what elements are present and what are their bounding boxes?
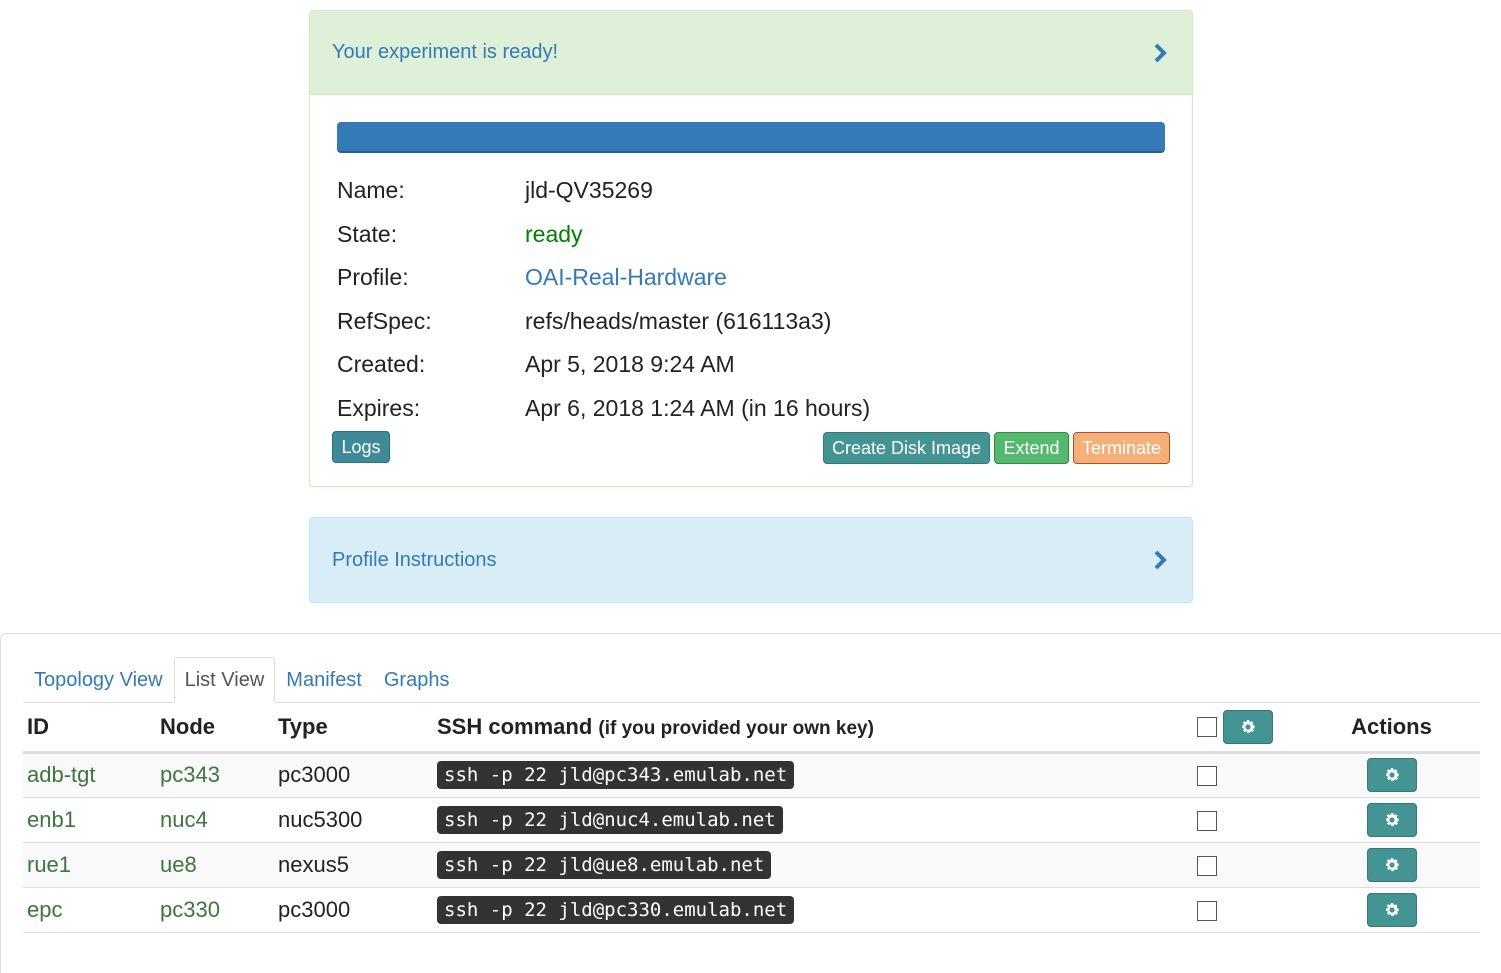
view-tabs: Topology View List View Manifest Graphs <box>23 657 1480 703</box>
experiment-details-section: Topology View List View Manifest Graphs … <box>0 633 1501 973</box>
header-ssh-note: (if you provided your own key) <box>598 718 874 740</box>
expires-value: Apr 6, 2018 1:24 AM (in 16 hours) <box>525 394 871 421</box>
gear-icon <box>1385 857 1399 871</box>
info-row-created: Created: Apr 5, 2018 9:24 AM <box>337 343 870 387</box>
node-id[interactable]: enb1 <box>23 797 156 843</box>
experiment-info: Name: jld-QV35269 State: ready Profile: … <box>337 169 870 430</box>
info-row-name: Name: jld-QV35269 <box>337 169 870 213</box>
chevron-right-icon[interactable] <box>1150 43 1170 63</box>
ssh-cell: ssh -p 22 jld@pc343.emulab.net <box>433 752 1193 798</box>
ssh-cell: ssh -p 22 jld@nuc4.emulab.net <box>433 797 1193 843</box>
row-actions-button[interactable] <box>1366 847 1417 882</box>
field-label: Name: <box>337 177 405 204</box>
progress-bar <box>337 122 1165 153</box>
created-value: Apr 5, 2018 9:24 AM <box>525 351 735 378</box>
terminate-button[interactable]: Terminate <box>1073 432 1170 464</box>
tab-list-view[interactable]: List View <box>173 657 276 703</box>
ssh-command[interactable]: ssh -p 22 jld@pc330.emulab.net <box>437 895 795 924</box>
node-id[interactable]: adb-tgt <box>23 752 156 798</box>
node-name[interactable]: ue8 <box>156 842 274 888</box>
node-type: nexus5 <box>274 842 433 888</box>
select-cell <box>1193 887 1303 933</box>
ssh-command[interactable]: ssh -p 22 jld@nuc4.emulab.net <box>437 805 783 834</box>
tab-manifest[interactable]: Manifest <box>275 657 373 703</box>
row-actions-button[interactable] <box>1366 892 1417 927</box>
gear-icon <box>1385 902 1399 916</box>
profile-link[interactable]: OAI-Real-Hardware <box>525 264 727 291</box>
ssh-command[interactable]: ssh -p 22 jld@pc343.emulab.net <box>437 761 795 789</box>
table-header-row: ID Node Type SSH command (if you provide… <box>23 704 1480 754</box>
header-select <box>1193 704 1303 754</box>
field-label: State: <box>337 220 398 247</box>
field-label: RefSpec: <box>337 307 432 334</box>
row-checkbox[interactable] <box>1197 855 1217 876</box>
experiment-state: ready <box>525 220 583 247</box>
node-name[interactable]: pc330 <box>156 887 274 933</box>
row-actions-button[interactable] <box>1366 802 1417 837</box>
table-row: epc pc330 pc3000 ssh -p 22 jld@pc330.emulab… <box>23 887 1480 933</box>
tab-graphs[interactable]: Graphs <box>373 657 461 703</box>
info-row-state: State: ready <box>337 213 870 257</box>
logs-button[interactable]: Logs <box>332 431 390 463</box>
field-label: Created: <box>337 351 426 378</box>
node-list-table: ID Node Type SSH command (if you provide… <box>23 704 1480 933</box>
node-name[interactable]: pc343 <box>156 752 274 798</box>
tab-topology-view[interactable]: Topology View <box>23 657 174 703</box>
gear-icon <box>1385 812 1399 826</box>
node-id[interactable]: rue1 <box>23 842 156 888</box>
select-cell <box>1193 797 1303 843</box>
create-disk-image-button[interactable]: Create Disk Image <box>823 432 990 464</box>
row-checkbox[interactable] <box>1197 900 1217 921</box>
select-all-checkbox[interactable] <box>1197 717 1217 738</box>
row-actions-button[interactable] <box>1366 758 1417 792</box>
instructions-title: Profile Instructions <box>332 548 497 571</box>
table-row: adb-tgt pc343 pc3000 ssh -p 22 jld@pc343.em… <box>23 752 1480 798</box>
profile-instructions-panel[interactable]: Profile Instructions <box>309 517 1193 603</box>
actions-cell <box>1303 887 1480 933</box>
header-node: Node <box>156 704 274 754</box>
select-cell <box>1193 842 1303 888</box>
status-title: Your experiment is ready! <box>332 41 559 63</box>
chevron-right-icon[interactable] <box>1150 550 1170 570</box>
info-row-refspec: RefSpec: refs/heads/master (616113a3) <box>337 300 870 344</box>
field-label: Expires: <box>337 394 421 421</box>
experiment-status-panel: Your experiment is ready! Name: jld-QV35… <box>309 10 1193 487</box>
actions-cell <box>1303 752 1480 798</box>
ssh-command[interactable]: ssh -p 22 jld@ue8.emulab.net <box>437 850 772 879</box>
node-id[interactable]: epc <box>23 887 156 933</box>
field-label: Profile: <box>337 264 409 291</box>
info-row-profile: Profile: OAI-Real-Hardware <box>337 256 870 300</box>
bulk-actions-button[interactable] <box>1223 710 1274 745</box>
status-panel-heading[interactable]: Your experiment is ready! <box>310 11 1192 95</box>
header-type: Type <box>274 704 433 754</box>
ssh-cell: ssh -p 22 jld@pc330.emulab.net <box>433 887 1193 933</box>
row-checkbox[interactable] <box>1197 766 1217 787</box>
actions-cell <box>1303 842 1480 888</box>
node-type: pc3000 <box>274 887 433 933</box>
header-ssh: SSH command (if you provided your own ke… <box>433 704 1193 754</box>
extend-button[interactable]: Extend <box>994 432 1069 464</box>
node-type: nuc5300 <box>274 797 433 843</box>
header-ssh-label: SSH command <box>437 714 593 740</box>
gear-icon <box>1385 768 1399 782</box>
node-type: pc3000 <box>274 752 433 798</box>
gear-icon <box>1242 720 1256 734</box>
row-checkbox[interactable] <box>1197 810 1217 831</box>
node-name[interactable]: nuc4 <box>156 797 274 843</box>
experiment-name: jld-QV35269 <box>525 177 653 204</box>
ssh-cell: ssh -p 22 jld@ue8.emulab.net <box>433 842 1193 888</box>
refspec-value: refs/heads/master (616113a3) <box>525 307 832 334</box>
table-row: enb1 nuc4 nuc5300 ssh -p 22 jld@nuc4.emulab… <box>23 797 1480 843</box>
info-row-expires: Expires: Apr 6, 2018 1:24 AM (in 16 hour… <box>337 387 870 431</box>
actions-cell <box>1303 797 1480 843</box>
table-row: rue1 ue8 nexus5 ssh -p 22 jld@ue8.emulab.ne… <box>23 842 1480 888</box>
header-actions: Actions <box>1303 704 1480 754</box>
header-id: ID <box>23 704 156 754</box>
select-cell <box>1193 752 1303 798</box>
